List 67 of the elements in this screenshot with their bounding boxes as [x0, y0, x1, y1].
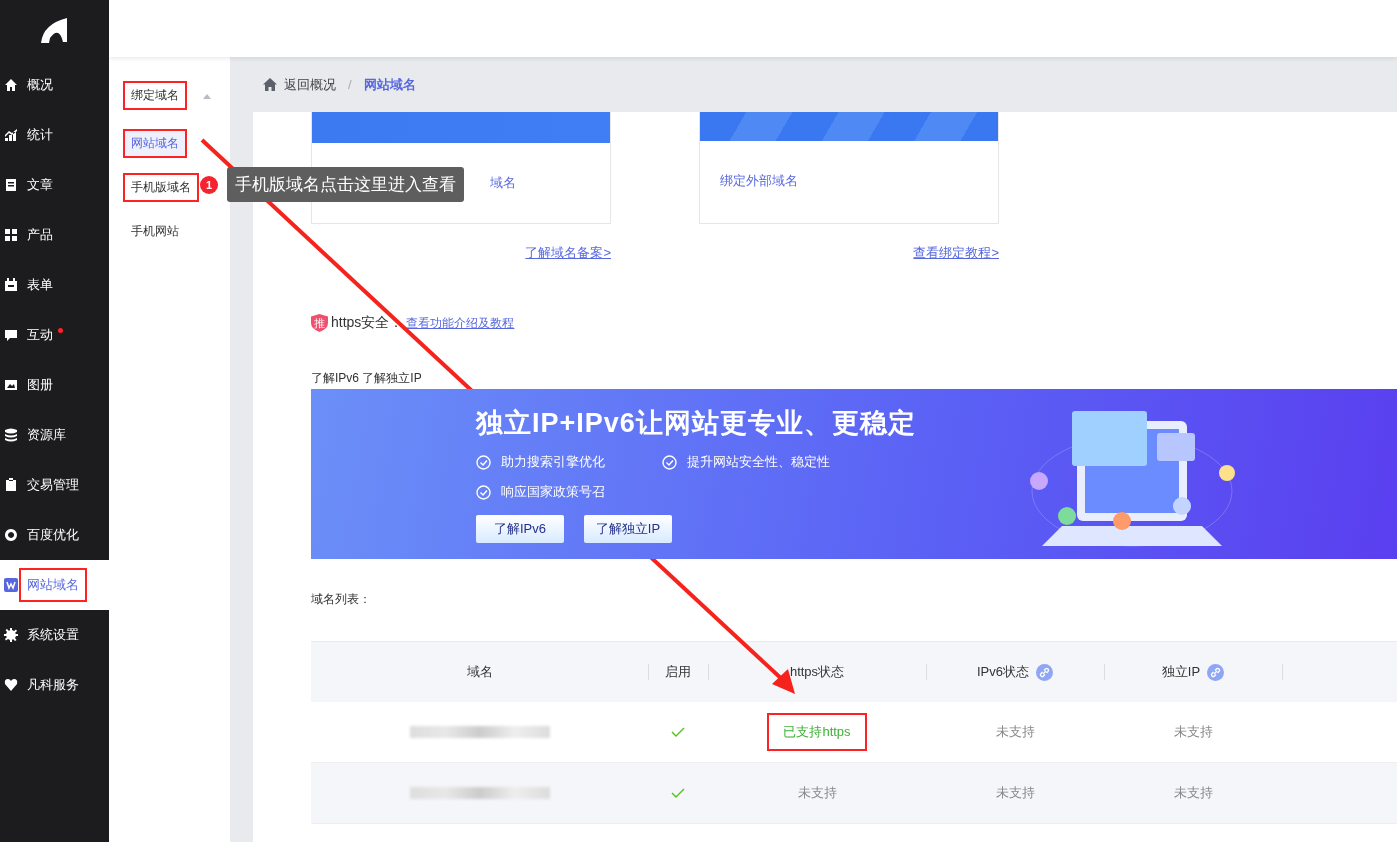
sidebar-item[interactable]: 图册	[0, 360, 109, 410]
sidebar-item[interactable]: 产品	[0, 210, 109, 260]
calendar-icon	[4, 278, 18, 292]
clipboard-icon	[4, 478, 18, 492]
card-label: 域名	[490, 174, 516, 192]
sidebar-item[interactable]: 互动	[0, 310, 109, 360]
target-icon	[4, 528, 18, 542]
submenu-item[interactable]: 手机版域名	[123, 172, 199, 202]
sidebar-item[interactable]: 凡科服务	[0, 660, 109, 710]
breadcrumb-separator: /	[348, 77, 352, 92]
table-cell-text: 未支持	[994, 784, 1036, 802]
check-circle-icon	[662, 454, 677, 470]
column-header: 域名	[466, 663, 493, 681]
column-header: https状态	[789, 663, 845, 681]
check-circle-icon	[476, 484, 491, 500]
home-icon	[4, 78, 18, 92]
check-circle-icon	[476, 454, 491, 470]
home-icon	[263, 78, 277, 91]
tooltip: 手机版域名点击这里进入查看	[227, 167, 464, 202]
sidebar-item[interactable]: 百度优化	[0, 510, 109, 560]
sidebar-item[interactable]: 网站域名	[0, 560, 109, 610]
sidebar-item[interactable]: 系统设置	[0, 610, 109, 660]
submenu-item[interactable]: 网站域名	[123, 128, 187, 158]
gear-icon	[4, 628, 18, 642]
heart-icon	[4, 678, 18, 692]
help-link[interactable]: 了解域名备案>	[525, 244, 611, 262]
submenu-group[interactable]: 绑定域名	[123, 80, 187, 110]
submenu-item[interactable]: 手机网站	[123, 216, 187, 246]
list-title: 域名列表：	[311, 591, 372, 608]
w-icon	[4, 578, 18, 592]
table-cell-text: 未支持	[1172, 784, 1214, 802]
card-label: 绑定外部域名	[720, 172, 798, 190]
table-cell-text: 未支持	[1172, 723, 1214, 741]
column-header: IPv6状态	[977, 663, 1029, 681]
sidebar-item[interactable]: 统计	[0, 110, 109, 160]
feature-text: 助力搜索引擎优化	[501, 453, 605, 471]
domain-card[interactable]: 绑定外部域名	[699, 112, 999, 224]
grid-icon	[4, 228, 18, 242]
tutorial-link[interactable]: 查看功能介绍及教程	[406, 314, 515, 332]
sidebar-item[interactable]: 交易管理	[0, 460, 109, 510]
shield-badge: 推	[311, 314, 328, 332]
column-header: 独立IP	[1161, 663, 1201, 681]
back-link[interactable]: 返回概况	[284, 75, 336, 94]
image-icon	[4, 378, 18, 392]
sidebar-item[interactable]: 资源库	[0, 410, 109, 460]
column-header: 启用	[665, 663, 691, 681]
https-label: https安全：	[331, 314, 404, 332]
table-cell-text: 未支持	[994, 723, 1036, 741]
sidebar-item[interactable]: 表单	[0, 260, 109, 310]
feature-text: 提升网站安全性、稳定性	[687, 453, 830, 471]
chart-icon	[4, 128, 18, 142]
database-icon	[4, 428, 18, 442]
link-icon[interactable]	[1036, 663, 1053, 681]
help-link[interactable]: 查看绑定教程>	[913, 244, 999, 262]
banner-caption: 了解IPv6 了解独立IP	[311, 370, 423, 387]
table-cell-text: 未支持	[796, 784, 838, 802]
learn-more-button[interactable]: 了解IPv6	[476, 515, 564, 543]
banner-title: 独立IP+IPv6让网站更专业、更稳定	[476, 407, 916, 440]
chat-icon	[4, 328, 18, 342]
link-icon[interactable]	[1207, 663, 1225, 681]
document-icon	[4, 178, 18, 192]
table-cell: 已支持https	[767, 713, 867, 751]
sidebar-item[interactable]: 文章	[0, 160, 109, 210]
learn-more-button[interactable]: 了解独立IP	[584, 515, 672, 543]
breadcrumb-current: 网站域名	[363, 75, 416, 94]
sidebar-item[interactable]: 概况	[0, 60, 109, 110]
feature-text: 响应国家政策号召	[501, 483, 605, 501]
